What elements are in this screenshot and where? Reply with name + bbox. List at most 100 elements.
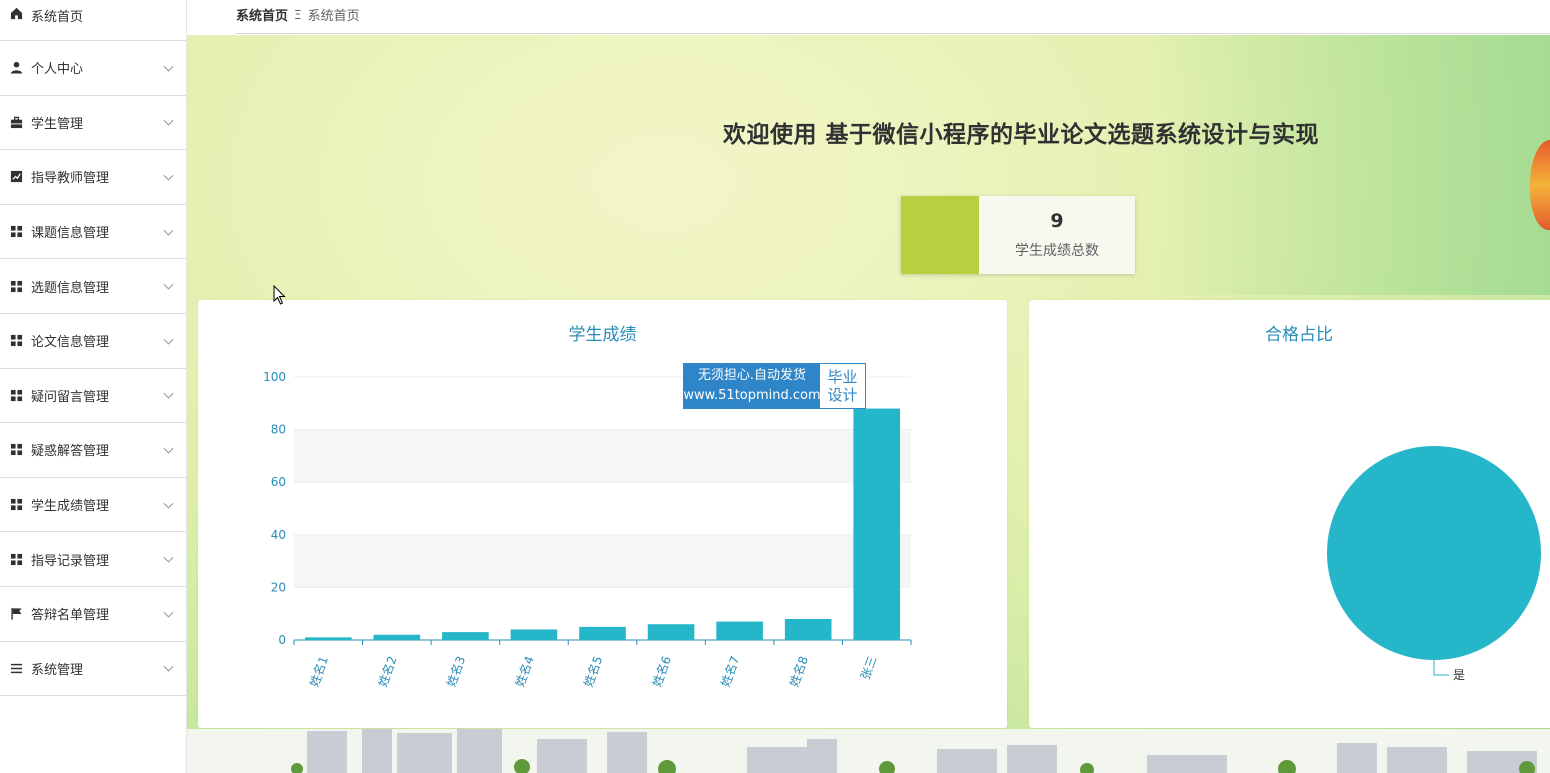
chevron-down-icon [163,498,174,509]
chevron-down-icon [163,334,174,345]
x-tick-label: 姓名3 [443,654,468,689]
sidebar-item-defense-list[interactable]: 答辩名单管理 [0,587,186,642]
pie-slice-label: 是 [1453,668,1465,682]
chevron-down-icon [163,661,174,672]
grid-icon [9,498,23,512]
main-content: 欢迎使用 基于微信小程序的毕业论文选题系统设计与实现 9 学生成绩总数 学生成绩… [187,35,1550,773]
home-icon [9,6,23,20]
menu-icon [9,661,23,675]
x-tick-label: 姓名1 [306,654,331,689]
bar [304,637,352,640]
y-tick-label: 40 [271,528,286,542]
sidebar-item-label: 课题信息管理 [31,226,110,242]
chevron-down-icon [163,443,174,454]
pie-chart-panel: 合格占比 是 [1029,300,1550,728]
pie-label-line [1433,660,1449,676]
topbar: 系统首页 Ξ 系统首页 [187,0,1550,35]
x-tick-label: 姓名8 [786,654,811,689]
y-tick-label: 20 [271,580,286,594]
chevron-down-icon [163,279,174,290]
watermark-line1: 无须担心.自动发货 [697,368,807,383]
grid-icon [9,388,23,402]
grid-icon [9,225,23,239]
y-tick-label: 80 [271,423,286,437]
sidebar-item-label: 指导记录管理 [31,553,110,569]
city-skyline-image [187,729,1550,773]
sidebar-item-label: 学生成绩管理 [31,499,110,515]
bar [510,629,558,640]
bar [647,624,695,640]
sidebar-item-label: 选题信息管理 [31,280,110,296]
watermark-banner: 无须担心.自动发货 www.51topmind.com 毕业 设计 [683,363,866,409]
x-tick-label: 姓名7 [718,654,743,689]
chevron-down-icon [163,170,174,181]
pie-chart: 是 [1327,446,1541,682]
sidebar-item-label: 疑惑解答管理 [31,444,110,460]
sidebar-item-label: 疑问留言管理 [31,389,110,405]
x-tick-label: 姓名5 [580,654,605,689]
stat-value: 9 [1050,210,1064,232]
y-tick-label: 0 [278,633,286,647]
breadcrumb-current[interactable]: 系统首页 [236,5,288,24]
bar-chart: 0 20 40 60 80 100 姓名1 姓名2 姓名3 姓名4 姓名5 姓名6 姓名7 姓名8 张三 [263,370,912,689]
welcome-title: 欢迎使用 基于微信小程序的毕业论文选题系统设计与实现 [723,122,1320,148]
topbar-divider [236,33,1550,34]
sidebar: 系统首页 个人中心 学生管理 指导教师管理 课题信息管理 选题信息管理 论文信息… [0,0,187,773]
stat-color-block [901,196,979,274]
sidebar-item-thesis-info[interactable]: 论文信息管理 [0,314,186,369]
sidebar-item-label: 答辩名单管理 [31,608,110,624]
chevron-down-icon [163,225,174,236]
bar [853,408,901,640]
sidebar-item-label: 系统首页 [31,10,84,25]
sidebar-item-label: 系统管理 [31,662,84,678]
chevron-down-icon [163,552,174,563]
mouse-cursor-icon [273,285,286,305]
bar [716,621,763,640]
sidebar-item-personal-center[interactable]: 个人中心 [0,41,186,96]
y-tick-label: 60 [271,475,286,489]
sidebar-item-label: 个人中心 [31,62,84,78]
bar-chart-panel: 学生成绩 0 20 40 60 80 100 姓名1 姓名2 姓名3 姓名4 姓名5 姓名6 姓名7 姓名… [198,300,1007,728]
bar [373,634,421,640]
bar [784,618,832,640]
chevron-down-icon [163,116,174,126]
breadcrumb: 系统首页 Ξ 系统首页 [236,5,360,25]
grid-icon [9,279,23,293]
chevron-down-icon [163,61,174,72]
chevron-down-icon [163,607,174,618]
grid-icon [9,443,23,457]
watermark-url: www.51topmind.com [683,388,821,403]
sidebar-item-topic-info[interactable]: 课题信息管理 [0,205,186,260]
sidebar-item-label: 指导教师管理 [31,171,110,187]
briefcase-icon [9,115,23,129]
bar [579,626,626,640]
x-tick-label: 姓名6 [649,654,674,689]
breadcrumb-item[interactable]: 系统首页 [308,5,360,24]
breadcrumb-separator: Ξ [294,7,302,22]
y-tick-label: 100 [263,370,286,384]
sidebar-item-grades[interactable]: 学生成绩管理 [0,478,186,533]
sidebar-item-home[interactable]: 系统首页 [0,0,186,41]
sidebar-item-label: 论文信息管理 [31,335,110,351]
sidebar-item-selection-info[interactable]: 选题信息管理 [0,259,186,314]
grid-band [294,429,911,483]
sidebar-item-system-management[interactable]: 系统管理 [0,642,186,697]
sidebar-item-guidance-records[interactable]: 指导记录管理 [0,532,186,587]
grid-icon [9,334,23,348]
stat-label: 学生成绩总数 [1015,243,1099,259]
sidebar-item-question-messages[interactable]: 疑问留言管理 [0,369,186,424]
stat-card: 9 学生成绩总数 [901,196,1135,274]
user-icon [9,61,23,75]
flag-icon [9,607,23,621]
sidebar-item-answers[interactable]: 疑惑解答管理 [0,423,186,478]
watermark-right1: 毕业 [827,368,858,386]
x-tick-label: 张三 [858,654,879,681]
bar [442,632,489,640]
chevron-down-icon [163,389,174,399]
grid-band [294,534,911,588]
pie-slice [1327,446,1541,660]
sidebar-item-teacher-management[interactable]: 指导教师管理 [0,150,186,205]
sidebar-item-student-management[interactable]: 学生管理 [0,96,186,151]
sidebar-item-label: 学生管理 [31,116,84,132]
x-tick-label: 姓名2 [375,654,400,689]
